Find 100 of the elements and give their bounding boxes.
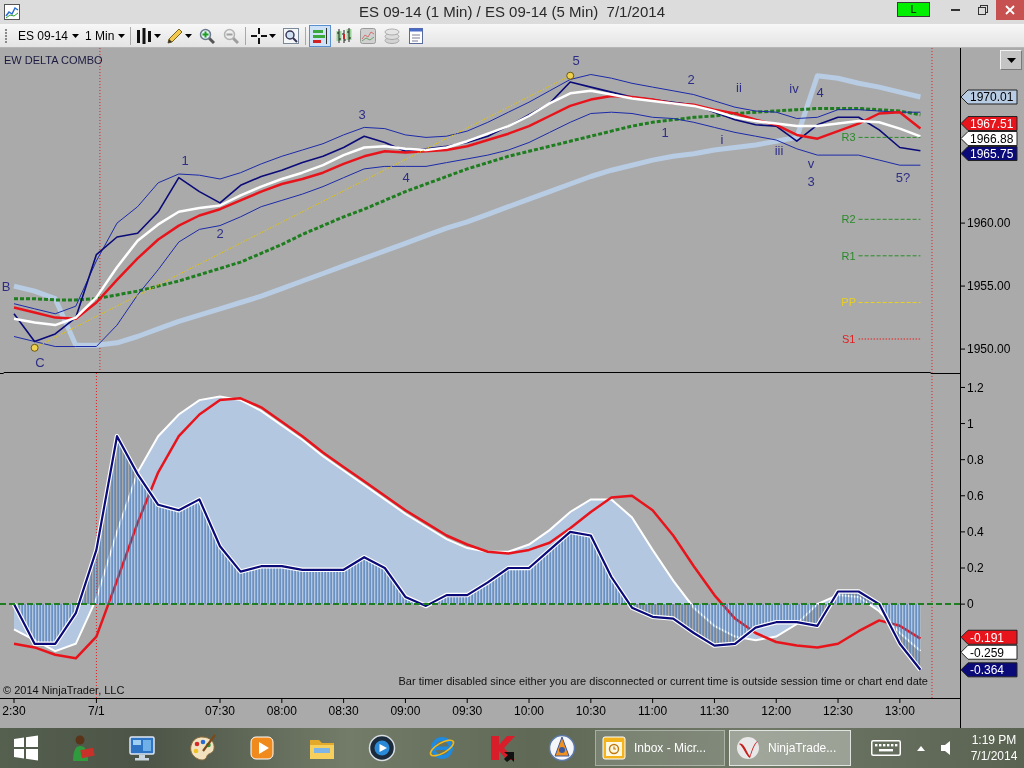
- wave-label: 3: [807, 174, 815, 190]
- task-button[interactable]: Inbox - Micr...: [595, 730, 725, 766]
- close-icon: [1005, 5, 1015, 15]
- wave-label: ii: [736, 79, 742, 95]
- window-title: ES 09-14 (1 Min) / ES 09-14 (5 Min) 7/1/2014: [359, 2, 665, 22]
- wave-label: v: [807, 156, 815, 172]
- window-panes-icon[interactable]: [13, 735, 39, 761]
- axis-label: 1950.00: [967, 342, 1011, 357]
- price-flag: 1967.51: [960, 116, 1018, 132]
- axis-label: 08:30: [328, 704, 359, 718]
- compass-icon[interactable]: [548, 734, 576, 762]
- form-icon: [408, 27, 425, 44]
- caret-icon: [72, 33, 80, 38]
- ohlc-bars-icon: [136, 27, 153, 44]
- wave-label: 4: [402, 170, 410, 186]
- minimize-icon: [951, 9, 960, 11]
- caret-icon: [269, 33, 277, 38]
- axis-label: 1960.00: [967, 216, 1011, 231]
- monitor-icon[interactable]: [128, 734, 156, 762]
- price-flag: 1970.01: [960, 89, 1018, 105]
- close-button[interactable]: [996, 0, 1024, 20]
- zoom-out-icon: [223, 27, 240, 44]
- keyboard-icon[interactable]: [870, 740, 901, 756]
- chart-trader-button[interactable]: [309, 24, 332, 47]
- wave-label: C: [35, 355, 45, 371]
- ohlc-chart-icon: [336, 27, 353, 44]
- axis-label: 09:30: [452, 704, 483, 718]
- pivot-label: R2: [841, 213, 856, 226]
- axis-label: 12:30: [823, 704, 854, 718]
- wave-label: 3: [358, 107, 366, 123]
- axis-label: 1: [967, 416, 974, 431]
- caret-icon: [185, 33, 193, 38]
- speaker-icon[interactable]: [941, 741, 951, 755]
- axis-label: 0.4: [967, 525, 984, 540]
- price-flag: 1965.75: [960, 146, 1018, 162]
- price-flag: -0.364: [960, 662, 1018, 678]
- axis-label: 11:30: [699, 704, 729, 718]
- k-arrow-icon[interactable]: [488, 734, 516, 762]
- axis-label: 12:00: [761, 704, 792, 718]
- axis-label: 7/1: [88, 704, 105, 718]
- wave-label: 4: [816, 84, 824, 100]
- caret-up-icon[interactable]: [916, 745, 925, 751]
- grip-icon: [5, 27, 8, 44]
- crosshair-icon: [251, 27, 268, 44]
- caret-icon: [118, 33, 126, 38]
- pivot-label: S1: [841, 333, 856, 345]
- wave-label: 1: [181, 152, 189, 168]
- wave-label: iii: [774, 142, 784, 158]
- axis-label: 13:00: [884, 704, 915, 718]
- calendar-icon: [602, 736, 626, 760]
- copyright-text: © 2014 NinjaTrader, LLC: [3, 684, 125, 696]
- play-icon[interactable]: [248, 734, 276, 762]
- clock[interactable]: 1:19 PM 7/1/2014: [966, 732, 1022, 764]
- line-chart-icon: [360, 27, 377, 44]
- axis-label: 0.8: [967, 452, 984, 467]
- price-flag: 1966.88: [960, 131, 1018, 147]
- play-circle-icon[interactable]: [368, 734, 396, 762]
- wave-label: i: [720, 132, 724, 148]
- status-message: Bar timer disabled since either you are disconnected or current time is outside session time or chart end date: [398, 675, 928, 687]
- price-flag: -0.191: [960, 629, 1018, 645]
- axis-label: 09:00: [390, 704, 421, 718]
- wave-label: B: [1, 278, 11, 294]
- status-badge: L: [897, 2, 930, 17]
- axis-label: 10:30: [575, 704, 606, 718]
- wave-label: 5: [572, 53, 580, 69]
- axis-label: 11:00: [638, 704, 668, 718]
- wave-label: 2: [216, 225, 224, 241]
- swoosh-icon: [736, 736, 760, 760]
- axis-label: 10:00: [514, 704, 545, 718]
- instrument-dropdown[interactable]: ES 09-14: [16, 25, 82, 46]
- wave-label: 5?: [895, 170, 911, 186]
- chart-menu-button[interactable]: [1000, 50, 1022, 70]
- indicator-label: EW DELTA COMBO: [4, 54, 103, 66]
- caret-icon: [1006, 57, 1016, 63]
- axis-label: 2:30: [2, 704, 26, 718]
- axis-label: 08:00: [266, 704, 297, 718]
- price-flag: -0.259: [960, 644, 1018, 660]
- chart-icon: [4, 4, 20, 20]
- axis-label: 1955.00: [967, 279, 1011, 294]
- zoom-in-icon: [199, 27, 216, 44]
- pencil-icon: [167, 27, 184, 44]
- browser-icon[interactable]: [428, 734, 456, 762]
- pivot-label: R1: [841, 249, 856, 262]
- axis-label: 0: [967, 597, 974, 612]
- restore-icon: [977, 5, 988, 15]
- coins-icon: [384, 27, 401, 44]
- search-icon: [283, 27, 300, 44]
- interval-dropdown[interactable]: 1 Min: [83, 25, 128, 46]
- axis-label: 07:30: [205, 704, 236, 718]
- pivot-label: PP: [841, 296, 856, 309]
- wave-label: iv: [789, 80, 799, 96]
- axis-label: 0.6: [967, 489, 984, 504]
- axis-label: 1.2: [967, 380, 984, 395]
- wave-label: 1: [661, 124, 669, 140]
- pivot-label: R3: [841, 131, 856, 144]
- axis-label: 0.2: [967, 561, 984, 576]
- bars-panel-icon: [312, 27, 329, 44]
- palette-icon[interactable]: [188, 734, 216, 762]
- wave-label: 2: [687, 72, 695, 87]
- caret-icon: [154, 33, 162, 38]
